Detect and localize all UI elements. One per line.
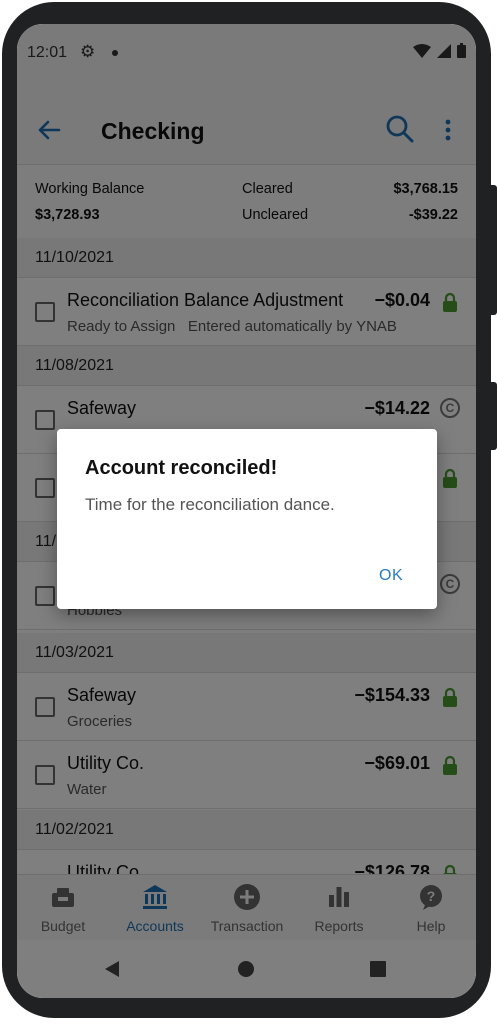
- dialog-message: Time for the reconciliation dance.: [85, 495, 335, 514]
- phone-device: 12:01 ⚙ Checking Working: [0, 0, 497, 1024]
- power-button: [491, 382, 497, 450]
- screen: 12:01 ⚙ Checking Working: [17, 24, 476, 998]
- volume-button: [491, 185, 497, 315]
- dialog-title: Account reconciled!: [85, 457, 278, 479]
- ok-button[interactable]: OK: [369, 561, 413, 591]
- reconciled-dialog: Account reconciled! Time for the reconci…: [57, 429, 437, 609]
